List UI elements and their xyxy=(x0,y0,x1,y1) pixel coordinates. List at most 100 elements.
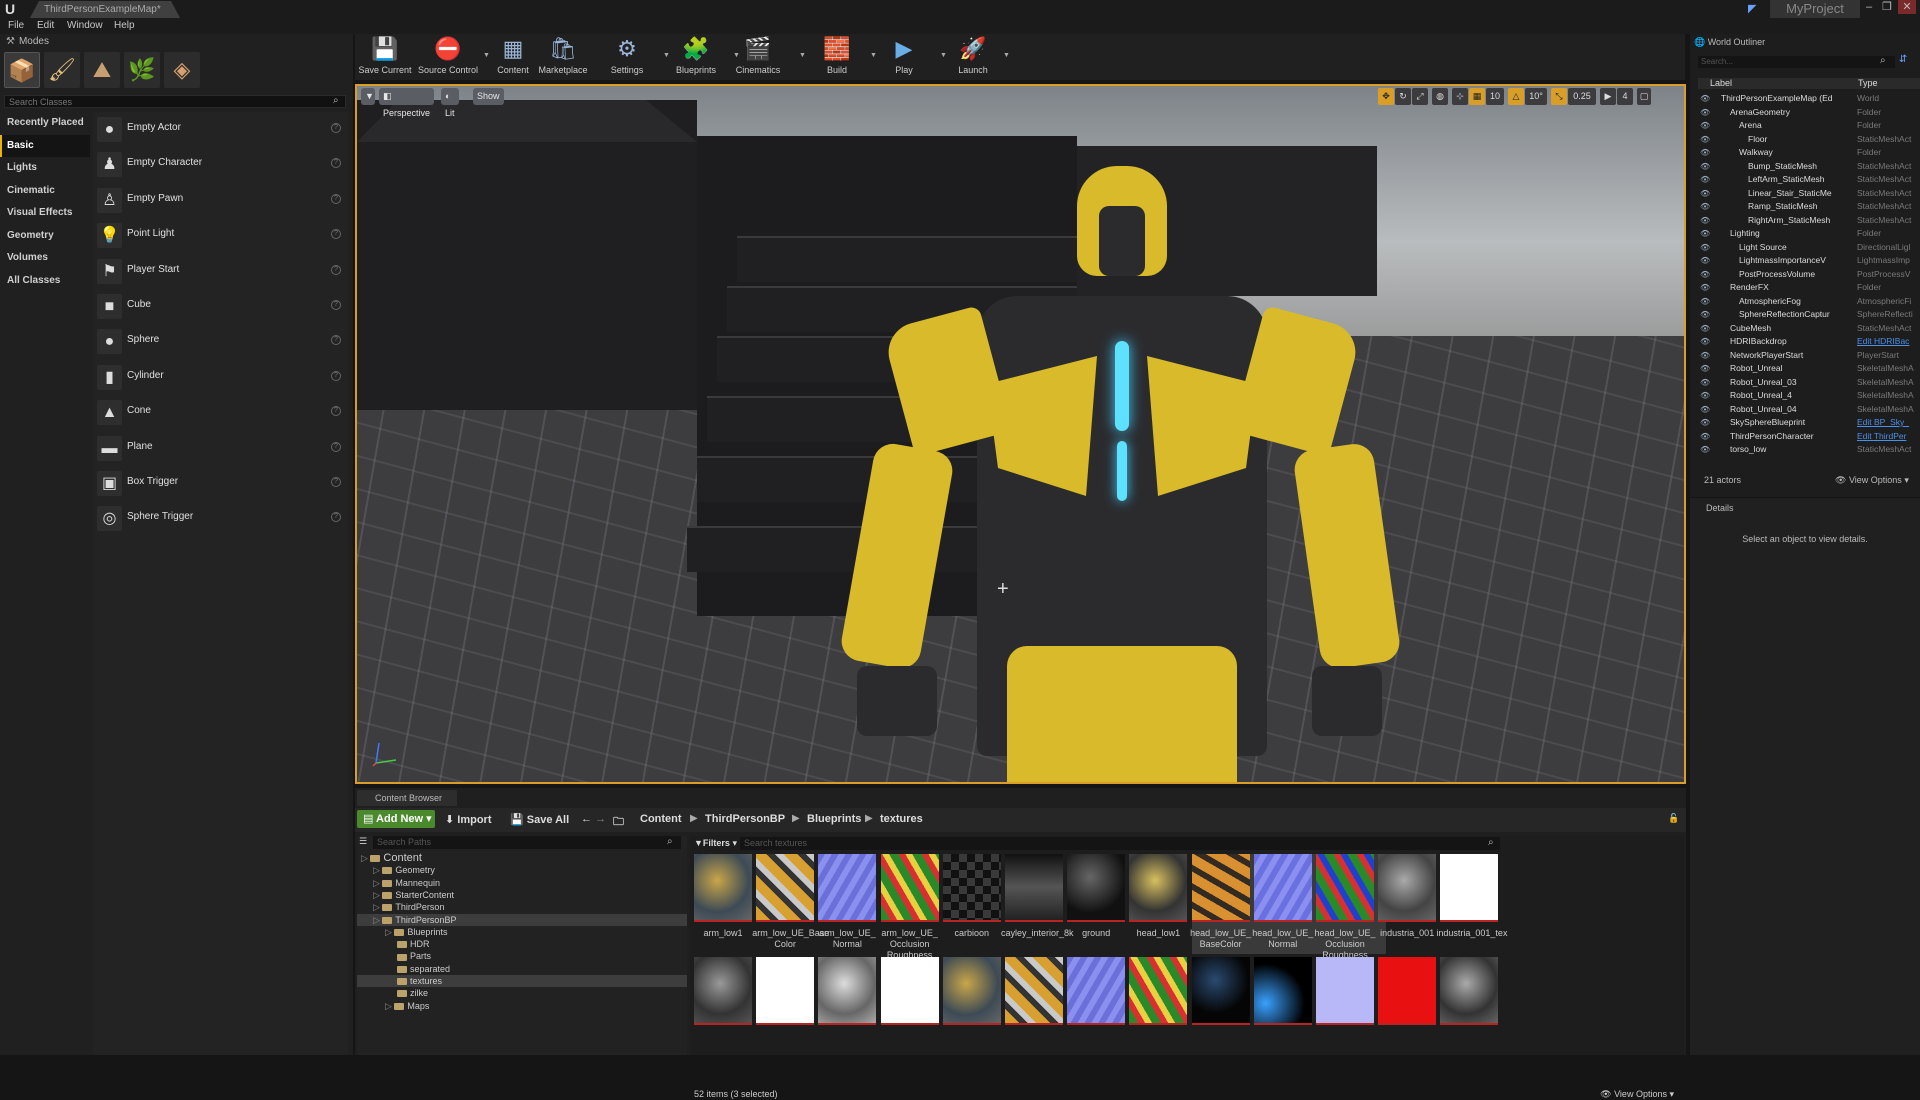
outliner-row[interactable]: 👁 LightmassImportanceV LightmassImp xyxy=(1690,254,1920,268)
content-button[interactable]: ▦ Content xyxy=(493,36,533,78)
visibility-eye-icon[interactable]: 👁 xyxy=(1700,443,1710,457)
geometry-mode-icon[interactable]: ◈ xyxy=(164,52,200,88)
asset-tile[interactable] xyxy=(1316,957,1386,1057)
scale-tool-icon[interactable]: ⤢ xyxy=(1412,88,1428,105)
expand-arrow-icon[interactable]: ▷ xyxy=(373,915,382,925)
category-volumes[interactable]: Volumes xyxy=(0,247,90,270)
help-icon[interactable]: ? xyxy=(331,264,341,275)
class-item[interactable]: ■ Cube? xyxy=(93,289,348,324)
asset-tile[interactable] xyxy=(1440,957,1510,1057)
visibility-eye-icon[interactable]: 👁 xyxy=(1700,362,1710,376)
foliage-mode-icon[interactable]: 🌿 xyxy=(124,52,160,88)
landscape-mode-icon[interactable]: ⛰ xyxy=(84,52,120,88)
asset-tile[interactable] xyxy=(1378,957,1448,1057)
play-button[interactable]: ▶ Play xyxy=(882,36,926,78)
class-item[interactable]: ▬ Plane? xyxy=(93,431,348,466)
build-button[interactable]: 🧱 Build xyxy=(815,36,859,78)
breadcrumb-blueprints[interactable]: Blueprints xyxy=(807,813,861,825)
marketplace-button[interactable]: 🛍 Marketplace xyxy=(535,36,591,78)
menu-window[interactable]: Window xyxy=(67,20,103,31)
outliner-row[interactable]: 👁 Walkway Folder xyxy=(1690,146,1920,160)
chevron-down-icon[interactable]: ▼ xyxy=(870,52,877,59)
asset-tile[interactable] xyxy=(756,957,826,1057)
asset-tile[interactable] xyxy=(818,957,888,1057)
grid-size-value[interactable]: 10 xyxy=(1486,88,1504,105)
visibility-eye-icon[interactable]: 👁 xyxy=(1700,200,1710,214)
scale-snap-icon[interactable]: ⤡ xyxy=(1551,88,1567,105)
category-geometry[interactable]: Geometry xyxy=(0,225,90,248)
outliner-row[interactable]: 👁 Robot_Unreal SkeletalMeshA xyxy=(1690,362,1920,376)
help-icon[interactable]: ? xyxy=(331,229,341,240)
help-icon[interactable]: ? xyxy=(331,476,341,487)
lock-icon[interactable]: 🔓 xyxy=(1668,813,1679,824)
folder-tree-item[interactable]: ▷ Mannequin xyxy=(357,877,687,889)
help-icon[interactable]: ? xyxy=(331,370,341,381)
class-item[interactable]: ▮ Cylinder? xyxy=(93,360,348,395)
outliner-row[interactable]: 👁 Light Source DirectionalLigl xyxy=(1690,241,1920,255)
category-visual-effects[interactable]: Visual Effects xyxy=(0,202,90,225)
class-item[interactable]: ● Empty Actor? xyxy=(93,112,348,147)
expand-arrow-icon[interactable]: ▷ xyxy=(373,902,382,912)
rotation-snap-icon[interactable]: △ xyxy=(1508,88,1524,105)
breadcrumb-thirdpersonbp[interactable]: ThirdPersonBP xyxy=(705,813,785,825)
outliner-row[interactable]: 👁 RightArm_StaticMesh StaticMeshAct xyxy=(1690,214,1920,228)
help-icon[interactable]: ? xyxy=(331,193,341,204)
surface-snap-icon[interactable]: ⊹ xyxy=(1452,88,1468,105)
asset-tile[interactable] xyxy=(1253,957,1324,1057)
visibility-eye-icon[interactable]: 👁 xyxy=(1700,389,1710,403)
close-button[interactable]: ✕ xyxy=(1898,0,1916,14)
folder-tree-item[interactable]: ▷ Geometry xyxy=(357,864,687,876)
visibility-eye-icon[interactable]: 👁 xyxy=(1700,92,1710,106)
rotation-snap-value[interactable]: 10° xyxy=(1525,88,1547,105)
help-icon[interactable]: ? xyxy=(331,299,341,310)
visibility-eye-icon[interactable]: 👁 xyxy=(1700,173,1710,187)
visibility-eye-icon[interactable]: 👁 xyxy=(1700,268,1710,282)
visibility-eye-icon[interactable]: 👁 xyxy=(1700,308,1710,322)
outliner-row[interactable]: 👁 LeftArm_StaticMesh StaticMeshAct xyxy=(1690,173,1920,187)
class-item[interactable]: ♙ Empty Pawn? xyxy=(93,183,348,218)
category-cinematic[interactable]: Cinematic xyxy=(0,180,90,203)
class-item[interactable]: ▲ Cone? xyxy=(93,395,348,430)
visibility-eye-icon[interactable]: 👁 xyxy=(1700,119,1710,133)
outliner-row[interactable]: 👁 Robot_Unreal_4 SkeletalMeshA xyxy=(1690,389,1920,403)
asset-tile[interactable] xyxy=(942,957,1013,1057)
outliner-row[interactable]: 👁 RenderFX Folder xyxy=(1690,281,1920,295)
edit-blueprint-link[interactable]: Edit BP_Sky_ xyxy=(1857,416,1917,430)
world-outliner-tab[interactable]: 🌐 World Outliner xyxy=(1694,34,1765,50)
save-current-button[interactable]: 💾 Save Current xyxy=(357,36,413,78)
back-arrow-icon[interactable]: ← xyxy=(581,813,592,825)
search-classes-input[interactable] xyxy=(4,95,346,108)
visibility-eye-icon[interactable]: 👁 xyxy=(1700,187,1710,201)
column-type[interactable]: Type xyxy=(1858,78,1878,89)
settings-button[interactable]: ⚙ Settings xyxy=(605,36,649,78)
menu-help[interactable]: Help xyxy=(114,20,135,31)
cinematics-button[interactable]: 🎬 Cinematics xyxy=(730,36,786,78)
visibility-eye-icon[interactable]: 👁 xyxy=(1700,335,1710,349)
import-button[interactable]: ⬇ Import xyxy=(445,813,492,826)
perspective-button[interactable]: ◧ Perspective xyxy=(379,88,435,118)
folder-tree-item[interactable]: ▷ Maps xyxy=(357,1000,687,1012)
outliner-row[interactable]: 👁 Linear_Stair_StaticMe StaticMeshAct xyxy=(1690,187,1920,201)
folder-tree-item[interactable]: ▷ ThirdPersonBP xyxy=(357,913,687,926)
camera-speed-value[interactable]: 4 xyxy=(1617,88,1633,105)
outliner-row[interactable]: 👁 torso_low StaticMeshAct xyxy=(1690,443,1920,457)
visibility-eye-icon[interactable]: 👁 xyxy=(1700,146,1710,160)
expand-arrow-icon[interactable]: ▷ xyxy=(373,878,382,888)
outliner-view-options-button[interactable]: 👁 View Options ▾ xyxy=(1835,475,1909,486)
help-icon[interactable]: ? xyxy=(331,158,341,169)
outliner-row[interactable]: 👁 HDRIBackdrop Edit HDRIBac xyxy=(1690,335,1920,349)
outliner-row[interactable]: 👁 Lighting Folder xyxy=(1690,227,1920,241)
blueprints-button[interactable]: 🧩 Blueprints xyxy=(670,36,722,78)
expand-arrow-icon[interactable]: ▷ xyxy=(373,890,382,900)
asset-tile[interactable]: carbioon xyxy=(942,854,1013,954)
asset-tile[interactable] xyxy=(1005,957,1075,1057)
chevron-down-icon[interactable]: ▼ xyxy=(940,52,947,59)
source-control-status-icon[interactable]: ◤ xyxy=(1748,2,1756,15)
scale-snap-value[interactable]: 0.25 xyxy=(1568,88,1596,105)
paint-mode-icon[interactable]: 🖌 xyxy=(44,52,80,88)
content-browser-tab[interactable]: Content Browser xyxy=(357,790,457,806)
visibility-eye-icon[interactable]: 👁 xyxy=(1700,295,1710,309)
outliner-row[interactable]: 👁 Bump_StaticMesh StaticMeshAct xyxy=(1690,160,1920,174)
maximize-viewport-icon[interactable]: ▢ xyxy=(1637,88,1651,105)
chevron-down-icon[interactable]: ▼ xyxy=(1003,52,1010,59)
